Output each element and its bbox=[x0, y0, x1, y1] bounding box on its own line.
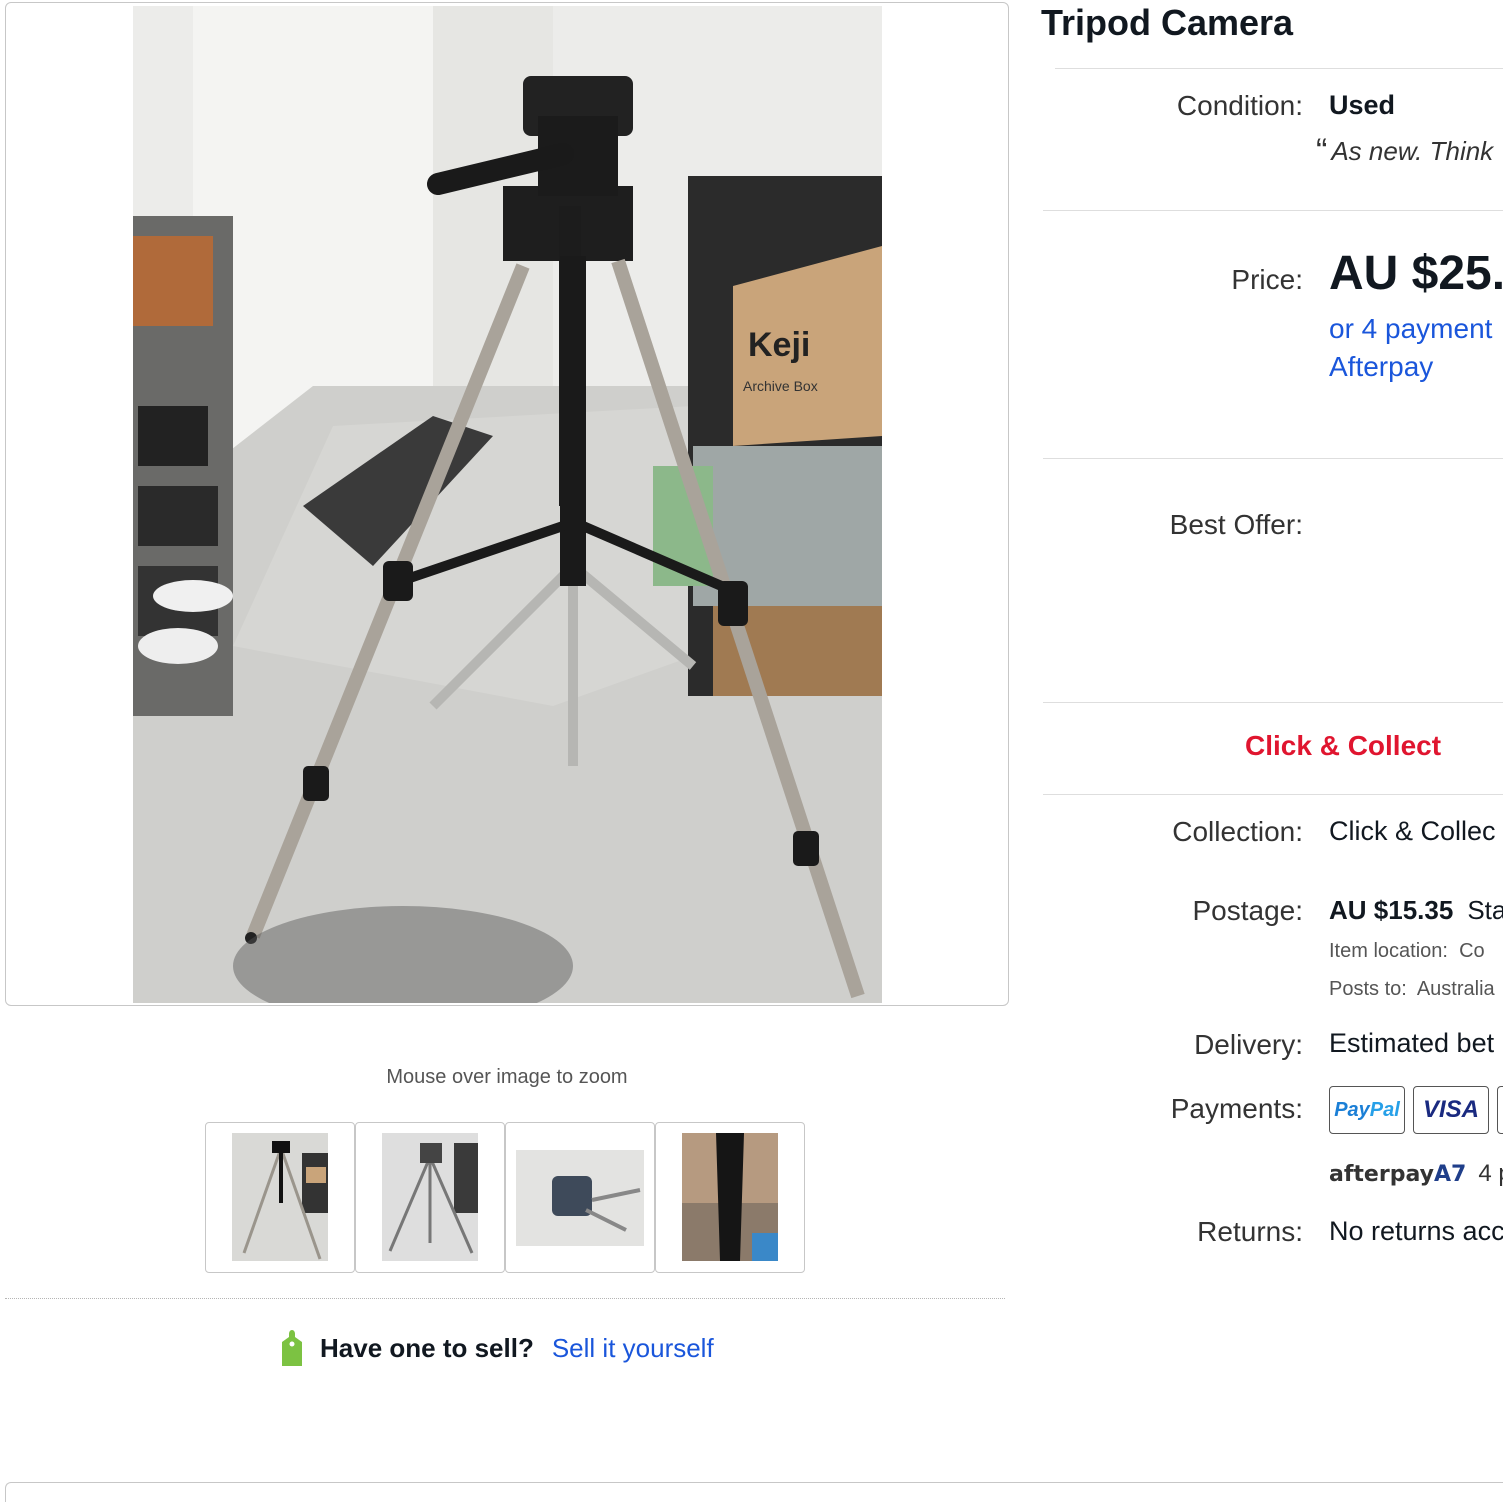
item-location-value: Co bbox=[1459, 940, 1485, 962]
have-one-to-sell: Have one to sell? Sell it yourself bbox=[278, 1328, 714, 1368]
item-title: Tripod Camera bbox=[1041, 2, 1294, 43]
svg-text:Archive Box: Archive Box bbox=[743, 378, 818, 394]
payments-label: Payments: bbox=[1170, 1093, 1303, 1124]
visa-logo: VISA bbox=[1413, 1086, 1489, 1134]
thumbnail-2[interactable] bbox=[355, 1122, 505, 1273]
click-and-collect-heading: Click & Collect bbox=[1245, 730, 1442, 761]
thumbnail-3-image bbox=[516, 1150, 644, 1246]
condition-description-text: As new. Think bbox=[1331, 136, 1494, 166]
item-location-label: Item location: bbox=[1329, 940, 1448, 962]
title-divider bbox=[1055, 68, 1503, 69]
main-product-image[interactable]: Keji Archive Box bbox=[133, 6, 882, 1003]
returns-label: Returns: bbox=[1197, 1216, 1303, 1247]
bottom-section-border bbox=[5, 1482, 1503, 1502]
postage-price: AU $15.35 bbox=[1329, 895, 1454, 925]
afterpay-row: afterpayA7 4 p bbox=[1329, 1160, 1503, 1188]
thumbnail-1-image bbox=[232, 1133, 328, 1261]
click-collect-divider bbox=[1043, 794, 1503, 795]
condition-description: “As new. Think bbox=[1316, 132, 1493, 171]
price-label: Price: bbox=[1231, 264, 1303, 295]
item-location: Item location: Co bbox=[1329, 940, 1485, 963]
paypal-logo: Pay Pal bbox=[1329, 1086, 1405, 1134]
condition-label: Condition: bbox=[1176, 90, 1303, 121]
posts-to: Posts to: Australia bbox=[1329, 978, 1495, 1001]
returns-value: No returns acc bbox=[1329, 1216, 1503, 1246]
posts-to-label: Posts to: bbox=[1329, 978, 1407, 1000]
more-payment-logo bbox=[1497, 1086, 1503, 1134]
sell-it-yourself-link[interactable]: Sell it yourself bbox=[552, 1333, 714, 1364]
main-image-frame[interactable]: Keji Archive Box bbox=[5, 2, 1009, 1006]
afterpay-logo: afterpayA7 bbox=[1329, 1162, 1467, 1187]
condition-divider bbox=[1043, 210, 1503, 211]
have-one-to-sell-label: Have one to sell? bbox=[320, 1332, 534, 1363]
thumbnail-4-image bbox=[682, 1133, 778, 1261]
section-divider bbox=[5, 1298, 1005, 1299]
delivery-value: Estimated bet bbox=[1329, 1028, 1495, 1058]
postage-label: Postage: bbox=[1192, 895, 1303, 926]
afterpay-payments-text: 4 p bbox=[1478, 1160, 1503, 1187]
best-offer-label: Best Offer: bbox=[1169, 509, 1303, 540]
svg-text:Keji: Keji bbox=[748, 326, 810, 364]
posts-to-value: Australia bbox=[1416, 978, 1495, 1000]
payment-methods: Pay Pal VISA bbox=[1329, 1086, 1503, 1134]
tripod-photo-illustration: Keji Archive Box bbox=[133, 6, 882, 1003]
price-value: AU $25. bbox=[1329, 247, 1503, 300]
delivery-label: Delivery: bbox=[1194, 1029, 1303, 1060]
postage-service: Sta bbox=[1467, 895, 1503, 925]
sell-tag-icon bbox=[282, 1330, 302, 1366]
price-divider bbox=[1043, 458, 1503, 459]
condition-value: Used bbox=[1329, 90, 1396, 120]
zoom-hint: Mouse over image to zoom bbox=[386, 1066, 628, 1088]
listing-page: Keji Archive Box Mouse over image to zoo… bbox=[0, 0, 1503, 1502]
collection-label: Collection: bbox=[1172, 816, 1303, 847]
afterpay-offer-link[interactable]: or 4 payment Afterpay bbox=[1329, 310, 1492, 386]
thumbnail-2-image bbox=[382, 1133, 478, 1261]
afterpay-offer-line2[interactable]: Afterpay bbox=[1329, 348, 1492, 386]
best-offer-divider bbox=[1043, 702, 1503, 703]
thumbnail-4[interactable] bbox=[655, 1122, 805, 1273]
thumbnail-3[interactable] bbox=[505, 1122, 655, 1273]
collection-value: Click & Collec bbox=[1329, 816, 1496, 846]
thumbnail-1[interactable] bbox=[205, 1122, 355, 1273]
postage-value: AU $15.35 Sta bbox=[1329, 895, 1503, 926]
quote-mark: “ bbox=[1316, 132, 1328, 170]
afterpay-offer-line1[interactable]: or 4 payment bbox=[1329, 310, 1492, 348]
